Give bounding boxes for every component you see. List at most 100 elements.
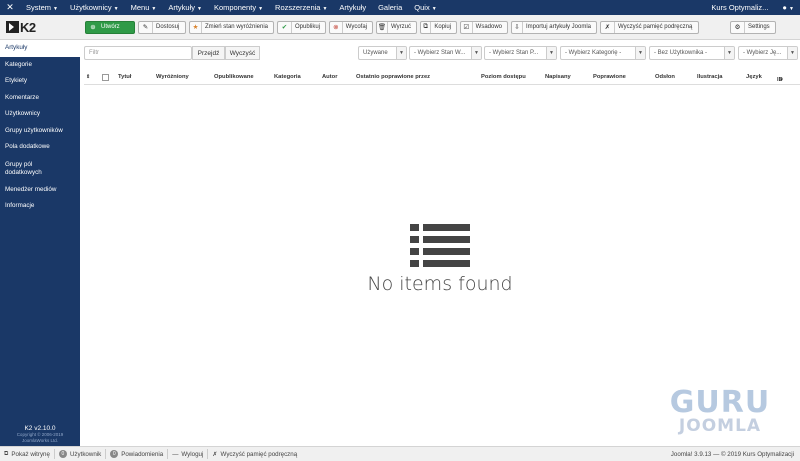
column-image[interactable]: Ilustracja (697, 74, 722, 80)
unpublish-button[interactable]: ⊗ Wycofaj (329, 20, 373, 34)
column-published[interactable]: Opublikowane (214, 74, 254, 80)
column-language[interactable]: Język (746, 74, 762, 80)
clear-button[interactable]: Wyczyść (225, 46, 260, 60)
language-filter-select[interactable]: - Wybierz Ję... ▼ (738, 46, 798, 60)
chevron-down-icon: ▼ (787, 47, 797, 59)
star-icon: ★ (190, 21, 202, 33)
sidebar-item-users[interactable]: Użytkownicy (0, 106, 80, 123)
trash-icon: 🗑 (377, 21, 389, 33)
k2-logo: K2 (0, 15, 62, 40)
broom-icon: ✗ (601, 21, 615, 33)
featured-filter-select[interactable]: - Wybierz Stan W... ▼ (409, 46, 482, 60)
chevron-down-icon: ▼ (546, 47, 556, 59)
k2-version: K2 v2.10.0 (24, 425, 56, 432)
joomla-icon[interactable]: ✕ (0, 0, 20, 15)
column-title[interactable]: Tytuł (118, 74, 131, 80)
chevron-down-icon: ▼ (635, 47, 645, 59)
toggle-featured-button[interactable]: ★ Zmień stan wyróżnienia (189, 20, 274, 34)
chevron-down-icon: ▼ (724, 47, 734, 59)
publish-button[interactable]: ✔ Opublikuj (277, 20, 326, 34)
no-items-message: No items found (367, 273, 513, 295)
sidebar-item-tags[interactable]: Etykiety (0, 73, 80, 90)
sidebar-item-extra-fields[interactable]: Pola dodatkowe (0, 139, 80, 156)
sidebar-item-categories[interactable]: Kategorie (0, 57, 80, 74)
import-joomla-button[interactable]: ⇩ Importuj artykuły Joomla (511, 20, 597, 34)
edit-button[interactable]: ✎ Dostosuj (138, 20, 186, 34)
chevron-down-icon: ▼ (471, 47, 481, 59)
caret-down-icon: ▼ (113, 6, 119, 12)
sidebar: Artykuły Kategorie Etykiety Komentarze U… (0, 40, 80, 446)
menu-users[interactable]: Użytkownicy ▼ (64, 3, 125, 12)
clear-cache-button[interactable]: ✗ Wyczyść pamięć podręczną (600, 20, 699, 34)
caret-down-icon: ▼ (151, 6, 157, 12)
column-modified-by[interactable]: Ostatnio poprawione przez (356, 74, 430, 80)
user-icon[interactable]: ● ▼ (782, 3, 794, 12)
users-online-link[interactable]: 0 Użytkownik (55, 449, 107, 459)
view-site-link[interactable]: ⧉ Pokaż witrynę (0, 449, 55, 459)
column-created[interactable]: Napisany (545, 74, 571, 80)
sidebar-item-comments[interactable]: Komentarze (0, 90, 80, 107)
menu-system[interactable]: System ▼ (20, 3, 64, 12)
clear-cache-link[interactable]: ✗ Wyczyść pamięć podręczną (208, 449, 301, 459)
chevron-down-icon: ▼ (396, 47, 406, 59)
import-icon: ⇩ (512, 21, 523, 33)
go-button[interactable]: Przejdź (192, 46, 225, 60)
messages-link[interactable]: 0 Powiadomienia (106, 449, 169, 459)
select-all-checkbox[interactable] (102, 74, 109, 81)
menu-gallery[interactable]: Galeria (372, 3, 408, 12)
table-header: ⇕ Tytuł Wyróżniony Opublikowane Kategori… (84, 71, 800, 85)
users-count-badge: 0 (58, 450, 67, 458)
site-name-link[interactable]: Kurs Optymaliz... (711, 3, 768, 12)
trash-button[interactable]: 🗑 Wyrzuć (376, 20, 417, 34)
sort-desc-icon: ▼ (779, 77, 784, 82)
edit-icon: ✎ (139, 21, 153, 33)
plus-circle-icon: ⊕ (90, 24, 96, 31)
trash-filter-select[interactable]: Używane ▼ (358, 46, 407, 60)
caret-down-icon: ▼ (53, 6, 58, 12)
broom-icon: ✗ (212, 450, 218, 458)
menu-extensions[interactable]: Rozszerzenia ▼ (269, 3, 333, 12)
author-filter-select[interactable]: - Bez Użytkownika - ▼ (649, 46, 735, 60)
copy-button[interactable]: ⧉ Kopiuj (420, 20, 457, 34)
copyright: Copyright © 2006-2019 JoomlaWorks Ltd. (16, 432, 64, 443)
gear-icon: ⚙ (731, 21, 745, 33)
column-access[interactable]: Poziom dostępu (481, 74, 526, 80)
menu-articles[interactable]: Artykuły (333, 3, 372, 12)
external-link-icon: ⧉ (4, 450, 9, 457)
messages-count-badge: 0 (110, 450, 119, 458)
check-icon: ✔ (278, 21, 292, 33)
column-modified[interactable]: Poprawione (593, 74, 626, 80)
copy-icon: ⧉ (421, 21, 432, 33)
toolbar: K2 ⊕ Utwórz ✎ Dostosuj ★ Zmień stan wyróżni… (0, 15, 800, 40)
list-icon (410, 223, 470, 273)
menu-content[interactable]: Artykuły ▼ (162, 3, 208, 12)
status-bar: ⧉ Pokaż witrynę 0 Użytkownik 0 Powiadomieni… (0, 446, 800, 461)
sidebar-item-user-groups[interactable]: Grupy użytkowników (0, 123, 80, 140)
state-filter-select[interactable]: - Wybierz Stan P... ▼ (484, 46, 557, 60)
logout-link[interactable]: — Wyloguj (168, 449, 209, 459)
column-hits[interactable]: Odsłon (655, 74, 675, 80)
sidebar-item-information[interactable]: Informacje (0, 198, 80, 215)
sidebar-item-media-manager[interactable]: Menedżer mediów (0, 182, 80, 199)
column-featured[interactable]: Wyróżniony (156, 74, 189, 80)
unpublish-icon: ⊗ (330, 21, 343, 33)
settings-button[interactable]: ⚙ Settings (730, 20, 776, 34)
batch-icon: ☑ (461, 21, 473, 33)
menu-menus[interactable]: Menu ▼ (125, 3, 163, 12)
caret-down-icon: ▼ (322, 6, 328, 12)
filter-bar: Filtr Przejdź Wyczyść Używane ▼ - Wybierz… (84, 46, 800, 62)
sidebar-item-articles[interactable]: Artykuły (0, 40, 80, 57)
menu-quix[interactable]: Quix ▼ (408, 3, 442, 12)
guru-joomla-watermark: GURU JOOMLA (669, 385, 771, 436)
column-author[interactable]: Autor (322, 74, 337, 80)
column-category[interactable]: Kategoria (274, 74, 301, 80)
category-filter-select[interactable]: - Wybierz Kategorię - ▼ (560, 46, 646, 60)
batch-button[interactable]: ☑ Wsadowo (460, 20, 508, 34)
order-sort-icon[interactable]: ⇕ (86, 74, 90, 80)
create-button[interactable]: ⊕ Utwórz (85, 20, 135, 34)
sidebar-item-extra-field-groups[interactable]: Grupy pól dodatkowych (0, 156, 80, 182)
menu-components[interactable]: Komponenty ▼ (208, 3, 269, 12)
admin-menubar: ✕ System ▼ Użytkownicy ▼ Menu ▼ Artykuły ▼ K… (0, 0, 800, 15)
caret-down-icon: ▼ (197, 6, 202, 12)
search-input[interactable]: Filtr (84, 46, 192, 60)
